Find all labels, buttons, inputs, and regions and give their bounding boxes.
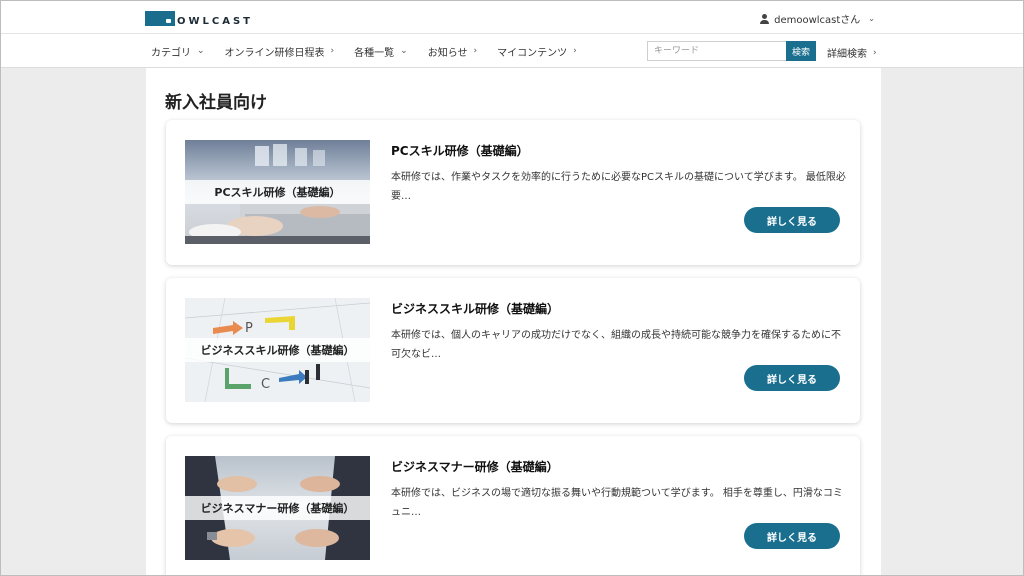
nav-item-label: オンライン研修日程表	[224, 47, 325, 59]
course-title[interactable]: ビジネスマナー研修（基礎編）	[391, 458, 559, 475]
chevron-right-icon: ›	[473, 46, 478, 56]
user-menu[interactable]: demoowlcastさん ⌄	[760, 11, 875, 26]
nav-item-category[interactable]: カテゴリ ⌄	[151, 44, 205, 59]
nav-item-label: マイコンテンツ	[497, 47, 568, 59]
page-title: 新入社員向け	[165, 93, 267, 113]
details-button[interactable]: 詳しく見る	[744, 207, 840, 233]
search-button[interactable]: 検索	[786, 41, 816, 61]
main-nav: カテゴリ ⌄ オンライン研修日程表 › 各種一覧 ⌄ お知らせ › マイコンテン…	[1, 34, 1023, 68]
svg-text:P: P	[245, 321, 253, 336]
main-content: 新入社員向け PCスキル研修（基礎編） P Cスキル研修（基礎編） 本研修では、作…	[146, 68, 881, 575]
user-icon	[760, 13, 770, 24]
nav-item-lists[interactable]: 各種一覧 ⌄	[354, 44, 408, 59]
owlcast-logo[interactable]: OWLCAST	[145, 10, 253, 27]
nav-item-label: カテゴリ	[151, 47, 191, 59]
nav-item-online-schedule[interactable]: オンライン研修日程表 ›	[225, 44, 335, 59]
browser-frame: OWLCAST demoowlcastさん ⌄ カテゴリ ⌄ オンライン研修日程…	[0, 0, 1024, 576]
course-thumbnail[interactable]: P C ビジネススキル研修（基礎編）	[185, 298, 370, 402]
advanced-search-link[interactable]: 詳細検索 ›	[827, 45, 877, 61]
chevron-down-icon: ⌄	[400, 46, 408, 56]
nav-item-news[interactable]: お知らせ ›	[428, 44, 477, 59]
details-button[interactable]: 詳しく見る	[744, 523, 840, 549]
course-thumbnail[interactable]: PCスキル研修（基礎編）	[185, 140, 370, 244]
search-bar: 検索	[647, 41, 816, 61]
chevron-right-icon: ›	[330, 46, 335, 56]
course-card: P C ビジネススキル研修（基礎編） ビジネススキル研修（基礎編） 本研修では、…	[166, 278, 860, 423]
top-header: OWLCAST demoowlcastさん ⌄	[1, 1, 1023, 34]
nav-item-label: お知らせ	[427, 47, 468, 59]
course-description: 本研修では、ビジネスの場で適切な振る舞いや行動規範ついて学びます。 相手を尊重し…	[391, 488, 843, 518]
course-description: 本研修では、作業やタスクを効率的に行うために必要なPCスキルの基礎について学びま…	[391, 172, 846, 202]
course-title[interactable]: ビジネススキル研修（基礎編）	[391, 300, 559, 317]
course-card: ビジネスマナー研修（基礎編） ビジネスマナー研修（基礎編） 本研修では、ビジネス…	[166, 436, 860, 575]
chevron-down-icon: ⌄	[868, 14, 875, 23]
user-name: demoowlcastさん	[774, 15, 861, 26]
thumbnail-label: ビジネススキル研修（基礎編）	[185, 338, 370, 362]
chevron-down-icon: ⌄	[197, 46, 205, 56]
course-card: PCスキル研修（基礎編） PCスキル研修（基礎編） 本研修では、作業やタスクを効…	[166, 120, 860, 265]
logo-text: OWLCAST	[177, 16, 254, 27]
course-description: 本研修では、個人のキャリアの成功だけでなく、組織の成長や持続可能な競争力を確保す…	[391, 330, 841, 360]
chevron-right-icon: ›	[873, 47, 877, 58]
search-input[interactable]	[647, 41, 786, 61]
course-thumbnail[interactable]: ビジネスマナー研修（基礎編）	[185, 456, 370, 560]
thumbnail-label: PCスキル研修（基礎編）	[185, 180, 370, 204]
logo-mark-icon	[145, 11, 175, 26]
course-title[interactable]: PCスキル研修（基礎編）	[391, 142, 529, 159]
chevron-right-icon: ›	[573, 46, 577, 56]
details-button[interactable]: 詳しく見る	[744, 365, 840, 391]
thumbnail-label: ビジネスマナー研修（基礎編）	[185, 496, 370, 520]
nav-item-my-contents[interactable]: マイコンテンツ ›	[497, 44, 577, 59]
advanced-search-label: 詳細検索	[827, 49, 867, 60]
svg-text:C: C	[261, 377, 270, 392]
nav-item-label: 各種一覧	[354, 47, 395, 59]
